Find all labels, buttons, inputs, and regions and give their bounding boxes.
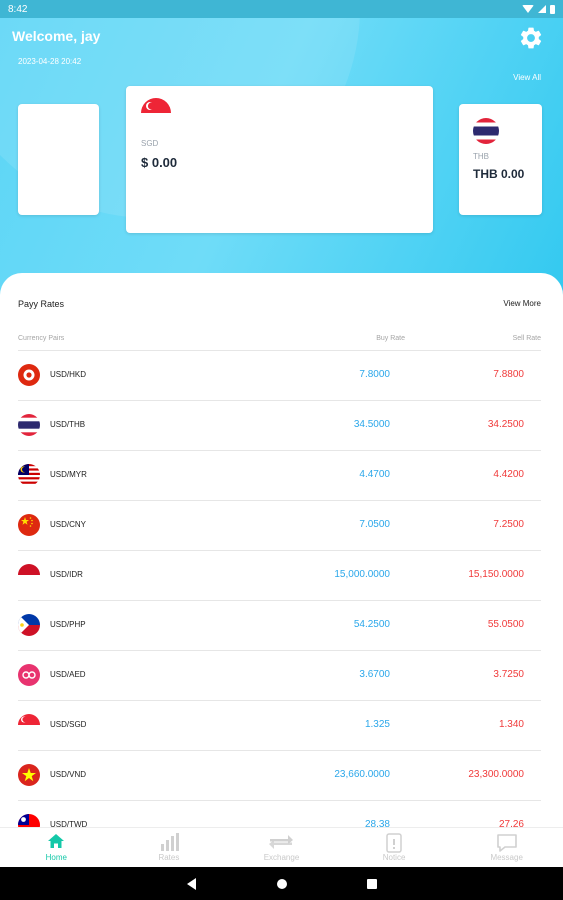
rate-row[interactable]: USD/AED 3.6700 3.7250 [18, 651, 541, 701]
sell-rate: 1.340 [498, 719, 524, 730]
rate-row[interactable]: USD/HKD 7.8000 7.8800 [18, 351, 541, 401]
tab-rates[interactable]: Rates [113, 828, 226, 867]
sell-rate: 7.8800 [493, 369, 524, 380]
column-header-pairs: Currency Pairs [18, 335, 65, 342]
rate-row[interactable]: USD/PHP 54.2500 55.0500 [18, 601, 541, 651]
rate-row[interactable]: USD/CNY 7.0500 7.2500 [18, 501, 541, 551]
rates-panel: Payy Rates View More Currency Pairs Buy … [0, 273, 563, 828]
column-header-sell: Sell Rate [512, 335, 541, 342]
wallet-card-sgd[interactable]: SGD $ 0.00 [126, 86, 433, 233]
recent-apps-icon[interactable] [367, 879, 377, 889]
buy-rate: 1.325 [364, 719, 390, 730]
gear-icon[interactable] [518, 25, 544, 51]
buy-rate: 4.4700 [359, 469, 390, 480]
message-icon [496, 834, 517, 852]
currency-pair: USD/AED [50, 670, 86, 679]
bottom-tab-bar: Home Rates Exchange Notice Message [0, 827, 563, 867]
card-balance: THB 0.00 [473, 167, 525, 181]
notice-icon [386, 833, 402, 853]
rate-row[interactable]: USD/SGD 1.325 1.340 [18, 701, 541, 751]
currency-pair: USD/VND [50, 770, 87, 779]
tab-home[interactable]: Home [0, 828, 113, 867]
buy-rate: 3.6700 [359, 669, 390, 680]
currency-pair: USD/THB [50, 420, 86, 429]
thailand-flag-icon [18, 414, 40, 436]
currency-pair: USD/HKD [50, 370, 87, 379]
tab-exchange[interactable]: Exchange [225, 828, 338, 867]
card-balance: $ 0.00 [141, 155, 178, 170]
currency-pair: USD/SGD [50, 720, 87, 729]
buy-rate: 54.2500 [353, 619, 390, 630]
rates-title: Payy Rates [18, 299, 65, 309]
home-icon [48, 834, 65, 848]
sell-rate: 23,300.0000 [468, 769, 524, 780]
singapore-flag-icon [18, 714, 40, 736]
tab-notice[interactable]: Notice [338, 828, 451, 867]
rates-list: USD/HKD 7.8000 7.8800 USD/THB 34.5000 34… [18, 351, 541, 828]
rate-row[interactable]: USD/IDR 15,000.0000 15,150.0000 [18, 551, 541, 601]
tab-label: Message [490, 853, 523, 862]
bar-chart-icon [160, 833, 179, 851]
currency-pair: USD/PHP [50, 620, 86, 629]
sell-rate: 15,150.0000 [468, 569, 524, 580]
status-time: 8:42 [8, 3, 28, 15]
tab-message[interactable]: Message [450, 828, 563, 867]
back-icon[interactable] [187, 878, 196, 890]
sell-rate: 3.7250 [493, 669, 524, 680]
column-header-buy: Buy Rate [376, 335, 405, 342]
rate-row[interactable]: USD/MYR 4.4700 4.4200 [18, 451, 541, 501]
currency-pair: USD/IDR [50, 570, 83, 579]
card-currency-code: SGD [141, 139, 159, 148]
tab-label: Exchange [263, 853, 300, 862]
timestamp: 2023-04-28 20:42 [18, 57, 82, 66]
battery-icon [550, 4, 555, 14]
tab-label: Home [45, 853, 67, 862]
system-nav-bar [0, 867, 563, 900]
philippines-flag-icon [18, 614, 40, 636]
view-more-link[interactable]: View More [503, 299, 541, 308]
home-button-icon[interactable] [277, 879, 287, 889]
hong-kong-flag-icon [18, 364, 40, 386]
buy-rate: 23,660.0000 [334, 769, 390, 780]
wallet-card-thb[interactable]: THB THB 0.00 [459, 104, 542, 215]
sell-rate: 7.2500 [493, 519, 524, 530]
rate-row[interactable]: USD/TWD 28.38 27.26 [18, 801, 541, 828]
china-flag-icon [18, 514, 40, 536]
card-currency-code: THB [473, 152, 489, 161]
thailand-flag-icon [473, 118, 499, 144]
vietnam-flag-icon [18, 764, 40, 786]
sell-rate: 34.2500 [487, 419, 524, 430]
buy-rate: 15,000.0000 [334, 569, 390, 580]
welcome-title: Welcome, jay [12, 28, 101, 44]
status-bar: 8:42 [0, 0, 563, 18]
status-icons [522, 4, 555, 14]
exchange-icon [269, 835, 294, 849]
uae-flag-icon [18, 664, 40, 686]
currency-pair: USD/CNY [50, 520, 87, 529]
indonesia-flag-icon [18, 564, 40, 586]
sell-rate: 55.0500 [487, 619, 524, 630]
rate-row[interactable]: USD/VND 23,660.0000 23,300.0000 [18, 751, 541, 801]
tab-label: Rates [158, 853, 180, 862]
view-all-link[interactable]: View All [513, 73, 541, 82]
buy-rate: 34.5000 [353, 419, 390, 430]
taiwan-flag-icon [18, 814, 40, 828]
wifi-icon [522, 5, 534, 13]
currency-pair: USD/MYR [50, 470, 87, 479]
rate-row[interactable]: USD/THB 34.5000 34.2500 [18, 401, 541, 451]
wallet-card-previous[interactable] [18, 104, 99, 215]
buy-rate: 7.8000 [359, 369, 390, 380]
buy-rate: 7.0500 [359, 519, 390, 530]
signal-icon [538, 5, 546, 13]
singapore-flag-icon [141, 98, 171, 128]
sell-rate: 4.4200 [493, 469, 524, 480]
tab-label: Notice [382, 853, 406, 862]
malaysia-flag-icon [18, 464, 40, 486]
header-hero: Welcome, jay 2023-04-28 20:42 View All S… [0, 18, 563, 300]
